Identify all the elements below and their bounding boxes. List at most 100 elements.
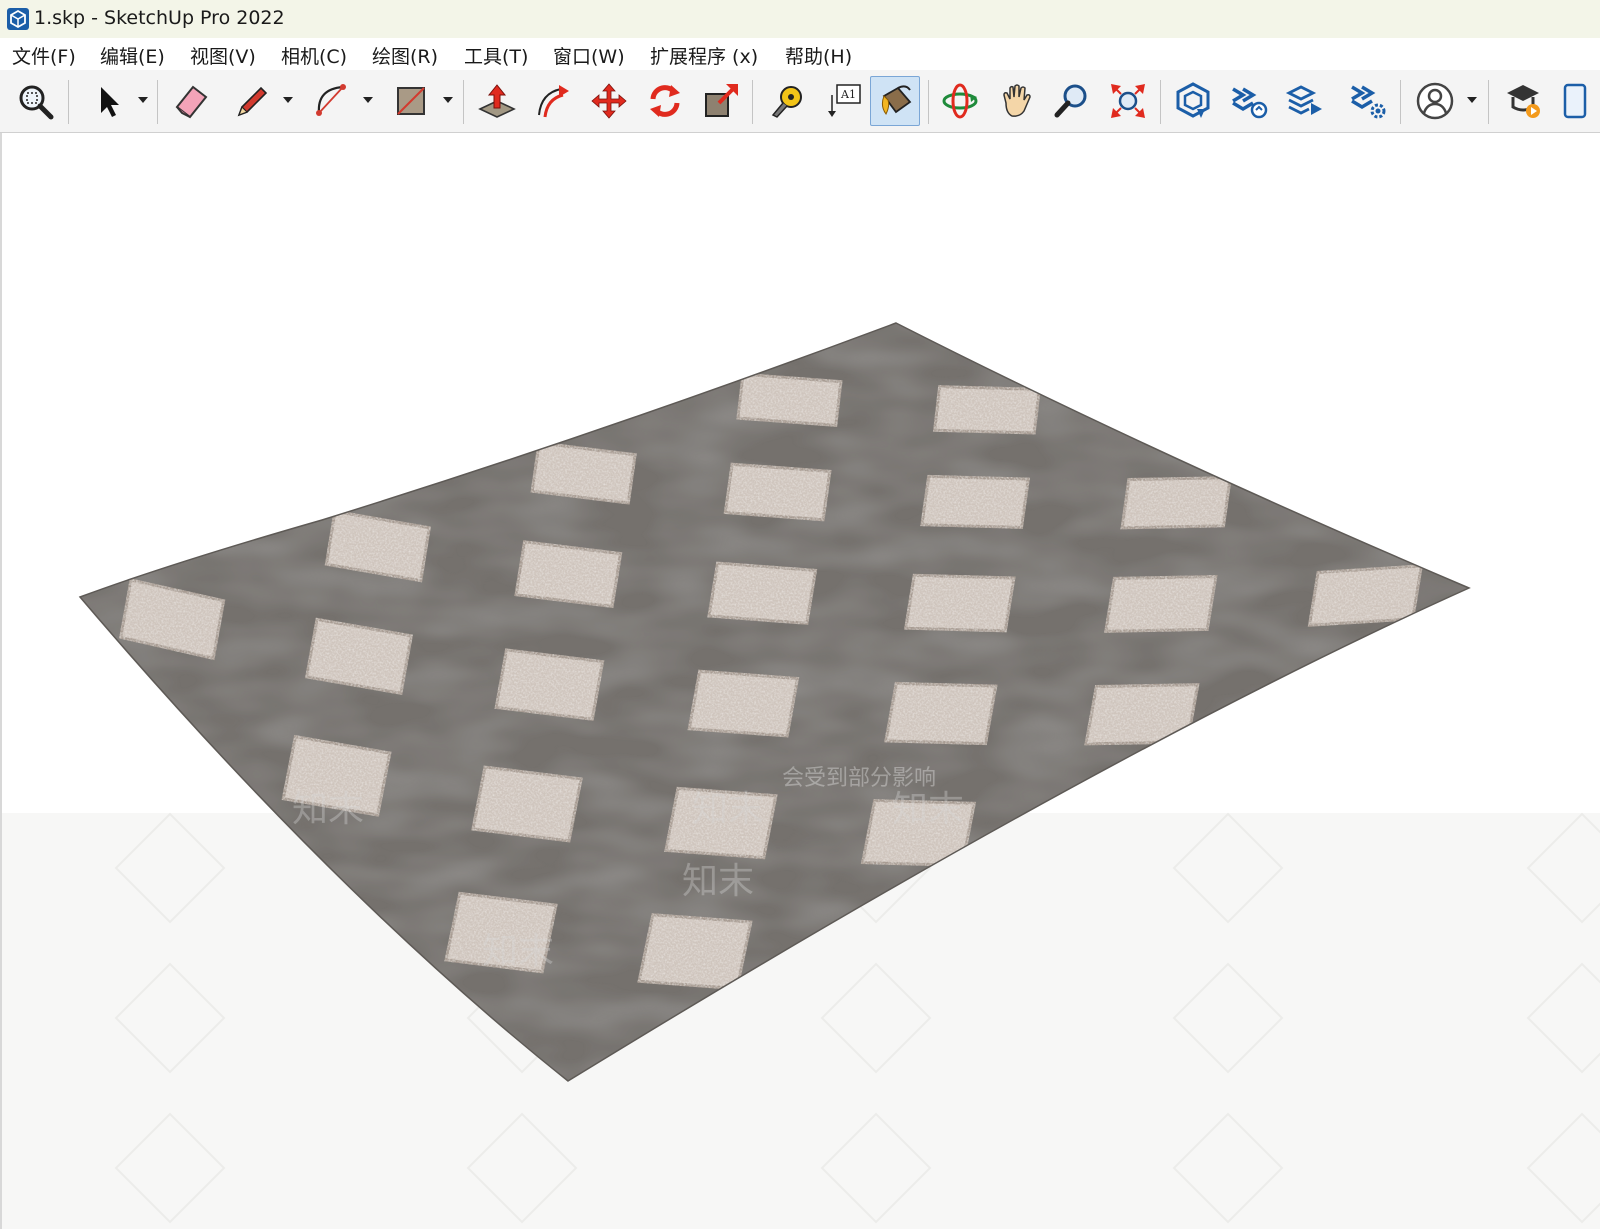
shag-diamond xyxy=(1104,574,1218,633)
menu-edit[interactable]: 编辑(E) xyxy=(100,42,165,69)
shag-diamond xyxy=(471,765,583,843)
shag-diamond xyxy=(920,474,1031,529)
zoom-button[interactable] xyxy=(1047,76,1097,126)
rug-model[interactable]: 会受到部分影响 知末 知末 知末 知末 知末 xyxy=(2,133,1600,1229)
toolbar-separator xyxy=(1160,80,1161,124)
watermark-diamond xyxy=(114,962,226,1074)
watermark-diamond xyxy=(466,1112,578,1224)
shag-diamond xyxy=(1120,476,1233,530)
title-bar: 1.skp - SketchUp Pro 2022 xyxy=(0,0,1600,38)
select-dropdown-chevron-icon[interactable] xyxy=(137,94,149,106)
zoom-extents-button[interactable] xyxy=(1103,76,1153,126)
tape-measure-button[interactable] xyxy=(762,76,812,126)
learn-button[interactable] xyxy=(1498,76,1548,126)
push-pull-button[interactable] xyxy=(472,76,522,126)
move-button[interactable] xyxy=(584,76,634,126)
rotate-button[interactable] xyxy=(640,76,690,126)
shag-diamond xyxy=(903,573,1016,633)
shag-diamond xyxy=(514,540,623,609)
warehouse-icon xyxy=(1176,82,1210,118)
watermark-diamond xyxy=(114,812,226,924)
share-model-button[interactable] xyxy=(1280,76,1330,126)
shag-diamond xyxy=(932,385,1041,435)
menu-draw[interactable]: 绘图(R) xyxy=(372,42,438,69)
watermark-label: 知末 xyxy=(692,789,764,830)
menu-tools[interactable]: 工具(T) xyxy=(464,42,528,69)
toolbar-separator xyxy=(1488,80,1489,124)
shag-diamond xyxy=(530,441,637,505)
paint-bucket-button[interactable] xyxy=(870,76,920,126)
watermark-label: 知末 xyxy=(892,789,964,830)
paint-bucket-icon xyxy=(881,85,912,115)
3d-warehouse-button[interactable] xyxy=(1168,76,1218,126)
shag-diamond xyxy=(723,462,832,522)
toolbar-separator xyxy=(928,80,929,124)
shag-diamond xyxy=(707,561,818,625)
watermark-diamond xyxy=(820,1112,932,1224)
orbit-icon xyxy=(942,83,978,119)
select-button[interactable] xyxy=(80,76,130,126)
rectangle-button[interactable] xyxy=(386,76,436,126)
watermark-diamond xyxy=(1172,812,1284,924)
arc-button[interactable] xyxy=(306,76,356,126)
sketchup-icon xyxy=(7,8,29,30)
menu-window[interactable]: 窗口(W) xyxy=(553,42,625,69)
account-button[interactable] xyxy=(1410,76,1460,126)
menu-file[interactable]: 文件(F) xyxy=(12,42,76,69)
arc-dropdown-chevron-icon[interactable] xyxy=(362,94,374,106)
overflow-panel-icon xyxy=(1563,83,1587,119)
menu-bar: 文件(F) 编辑(E) 视图(V) 相机(C) 绘图(R) 工具(T) 窗口(W… xyxy=(0,38,1600,70)
watermark-diamond xyxy=(114,1112,226,1224)
watermark-diamond xyxy=(1172,962,1284,1074)
rotate-icon xyxy=(650,85,680,117)
zoom-window-icon xyxy=(19,85,54,120)
toolbar-separator xyxy=(1400,80,1401,124)
offset-button[interactable] xyxy=(528,76,578,126)
menu-camera[interactable]: 相机(C) xyxy=(281,42,347,69)
menu-extensions[interactable]: 扩展程序 (x) xyxy=(650,42,758,69)
watermark-diamond xyxy=(1526,1112,1600,1224)
watermark-diamond xyxy=(1526,962,1600,1074)
scale-icon xyxy=(705,84,738,117)
move-icon xyxy=(591,83,627,119)
toolbar-separator xyxy=(752,80,753,124)
zoom-extents-icon xyxy=(1111,84,1145,118)
text-tool-label: A1 xyxy=(840,88,856,101)
eraser-button[interactable] xyxy=(166,76,216,126)
pencil-icon xyxy=(237,86,268,117)
scale-button[interactable] xyxy=(696,76,746,126)
shag-diamond xyxy=(637,913,753,991)
toolbar-separator xyxy=(157,80,158,124)
extension-warehouse-button[interactable] xyxy=(1224,76,1274,126)
line-dropdown-chevron-icon[interactable] xyxy=(282,94,294,106)
pan-hand-icon xyxy=(1003,84,1031,117)
account-dropdown-chevron-icon[interactable] xyxy=(1466,94,1478,106)
extension-manager-icon xyxy=(1351,85,1386,119)
shag-diamond xyxy=(884,681,998,746)
menu-view[interactable]: 视图(V) xyxy=(190,42,256,69)
line-button[interactable] xyxy=(226,76,276,126)
watermark-label: 知末 xyxy=(292,789,364,830)
pan-button[interactable] xyxy=(991,76,1041,126)
model-viewport[interactable]: 会受到部分影响 知末 知末 知末 知末 知末 xyxy=(0,133,1600,1229)
zoom-icon xyxy=(1054,84,1087,118)
watermark-diamond xyxy=(1172,1112,1284,1224)
window-title: 1.skp - SketchUp Pro 2022 xyxy=(34,7,285,29)
shag-diamond xyxy=(494,648,605,721)
overlay-caption: 会受到部分影响 xyxy=(782,766,936,791)
watermark-diamond xyxy=(1526,812,1600,924)
zoom-window-button[interactable] xyxy=(10,76,60,126)
rectangle-dropdown-chevron-icon[interactable] xyxy=(442,94,454,106)
arc-icon xyxy=(316,84,346,116)
orbit-button[interactable] xyxy=(935,76,985,126)
shag-diamond xyxy=(687,669,800,738)
toolbar-overflow-button[interactable] xyxy=(1554,76,1600,126)
rectangle-icon xyxy=(397,87,425,115)
extension-manager-button[interactable] xyxy=(1343,76,1393,126)
shag-diamond xyxy=(1307,564,1424,627)
menu-help[interactable]: 帮助(H) xyxy=(785,42,852,69)
user-account-icon xyxy=(1416,82,1454,120)
watermark-label: 知末 xyxy=(682,861,754,902)
select-arrow-icon xyxy=(101,87,119,117)
text-button[interactable]: A1 xyxy=(818,76,868,126)
